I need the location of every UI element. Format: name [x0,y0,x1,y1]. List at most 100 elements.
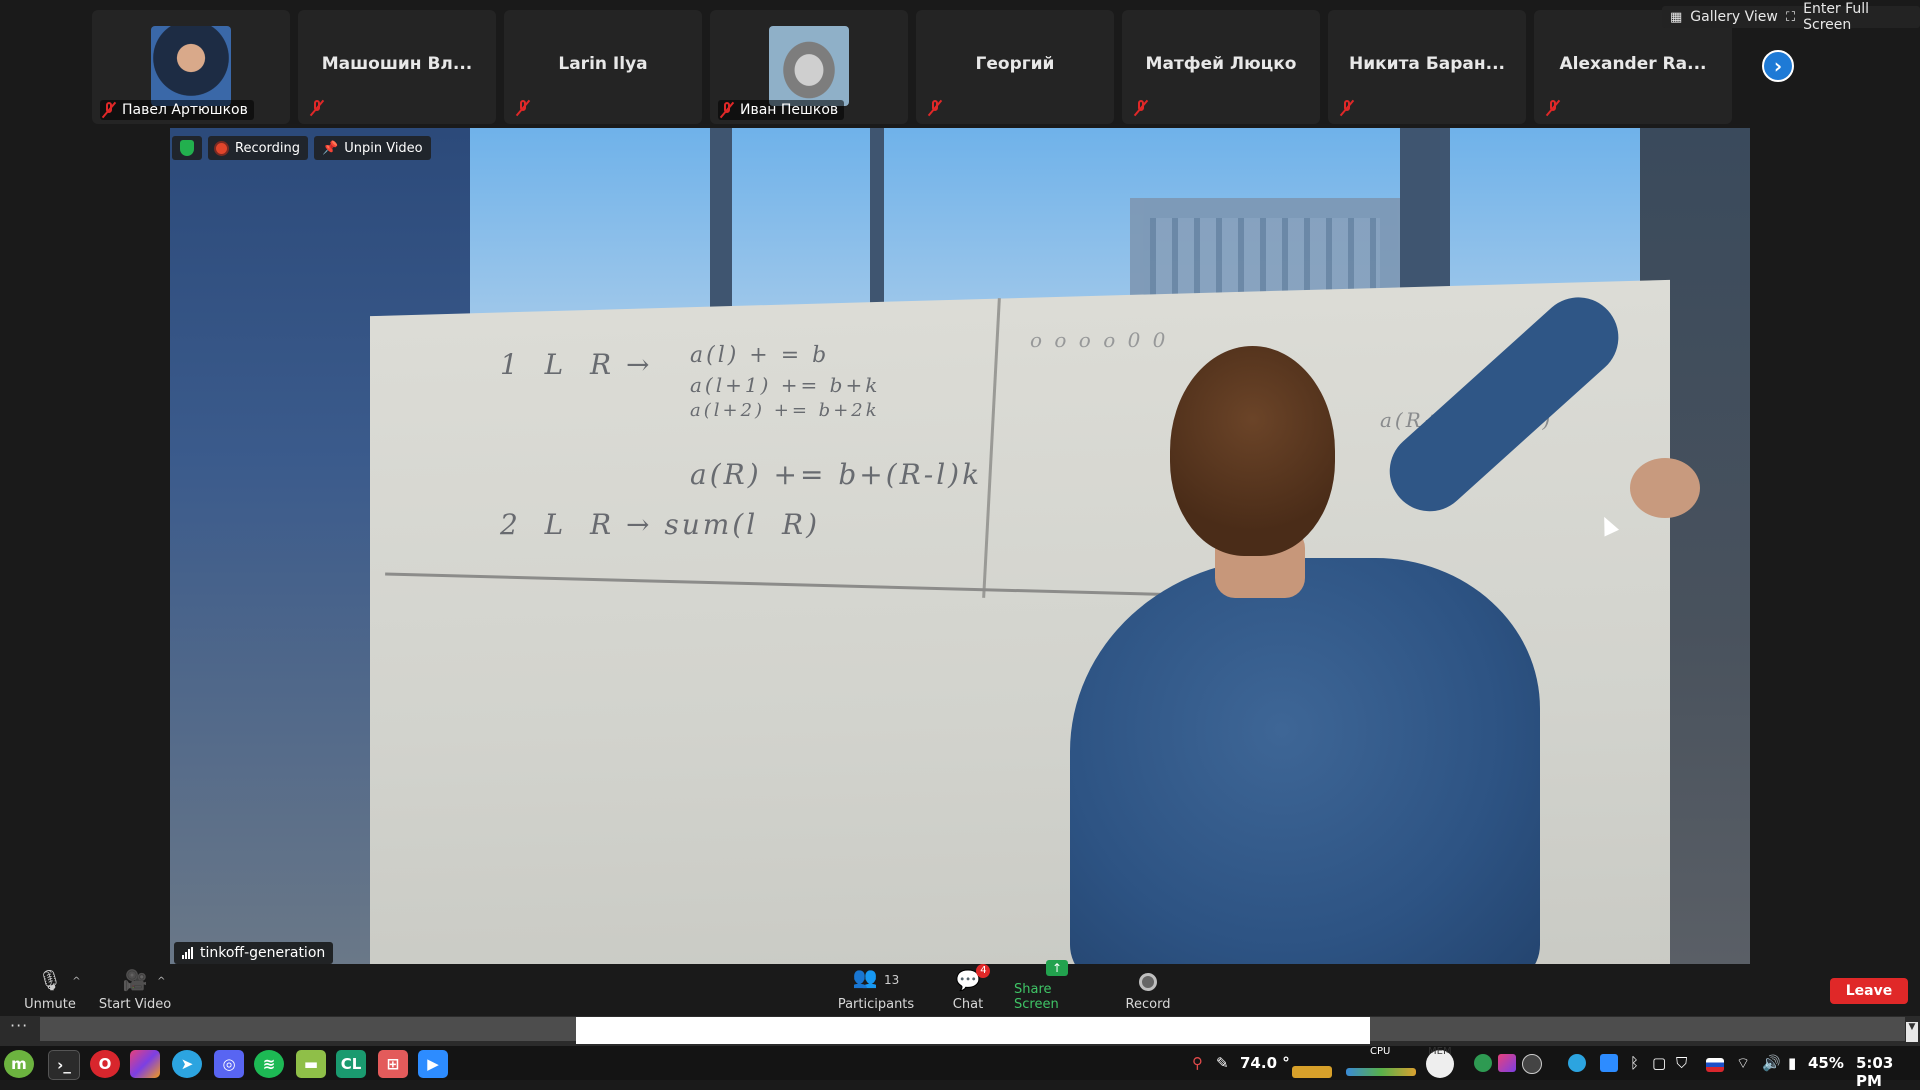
leave-button[interactable]: Leave [1830,978,1908,1004]
chat-icon: 💬 4 [956,964,991,991]
spotify-icon[interactable]: ≋ [254,1050,284,1078]
blank-window[interactable] [576,1017,1370,1044]
enter-full-screen-button[interactable]: ⛶ Enter Full Screen [1778,1,1920,33]
start-video-button[interactable]: 🎥 ^ Start Video [96,966,174,1016]
participant-name: Larin Ilya [558,54,648,74]
encryption-badge[interactable] [172,136,202,160]
battery-icon[interactable]: ▮ [1788,1054,1796,1072]
discord-icon[interactable]: ◎ [214,1050,244,1078]
telegram-icon[interactable]: ➤ [172,1050,202,1078]
video-off-icon: 🎥 ^ [122,968,166,992]
participant-name: Павел Артюшков [122,102,248,118]
person-hand [1630,458,1700,518]
participant-tile[interactable]: Машошин Вл... [298,10,496,124]
battery-percent: 45% [1808,1054,1844,1072]
share-screen-button[interactable]: ↑ Share Screen [1014,960,1100,1016]
mic-muted-icon [1134,99,1148,117]
ide-icon[interactable] [130,1050,160,1078]
participant-tile[interactable]: Иван Пешков [710,10,908,124]
ide-tray-icon[interactable] [1498,1054,1516,1072]
pin-icon: 📌 [322,140,339,156]
signal-bars-icon [182,947,194,959]
record-icon [1139,973,1157,991]
participant-tile[interactable]: Матфей Люцко [1122,10,1320,124]
unmute-label: Unmute [24,997,76,1012]
zoom-tray-icon[interactable] [1600,1054,1618,1072]
gallery-view-label: Gallery View [1690,9,1778,25]
scroll-down-icon[interactable]: ▼ [1906,1022,1918,1042]
person-body [1070,558,1540,964]
participant-tile[interactable]: Никита Баран... [1328,10,1526,124]
location-icon[interactable]: ⚲ [1192,1054,1203,1072]
steam-icon[interactable] [1522,1054,1542,1074]
shield-icon [180,140,194,156]
chevron-up-icon[interactable]: ^ [72,971,80,993]
shield-tray-icon[interactable]: ⛉ [1676,1054,1687,1072]
whiteboard-writing: a(R) += b+(R-l)k [690,458,983,491]
participants-icon: 👥 13 [852,965,900,989]
whiteboard-writing: o o o o 0 0 [1030,328,1169,352]
whiteboard-writing: 1 L R → [500,348,653,381]
whiteboard-writing: 2 L R → sum(l R) [500,508,820,541]
video-badges: Recording 📌 Unpin Video [172,136,437,160]
zoom-icon[interactable]: ▶ [418,1050,448,1078]
chat-label: Chat [952,997,984,1012]
participants-count: 13 [883,973,900,987]
temperature-readout: 74.0 ° [1240,1054,1290,1072]
bluetooth-icon[interactable]: ᛒ [1630,1054,1639,1072]
opera-icon[interactable]: O [90,1050,120,1078]
participant-name: Иван Пешков [740,102,839,118]
participant-label: Павел Артюшков [100,100,254,120]
mic-muted-icon [928,99,942,117]
clock[interactable]: 5:03 PM [1856,1054,1920,1090]
vpn-icon[interactable] [1474,1054,1492,1072]
whiteboard-writing: a(l) + = b [690,343,830,368]
mic-muted-icon [516,99,530,117]
participant-tile[interactable]: Павел Артюшков [92,10,290,124]
full-screen-label: Enter Full Screen [1803,1,1870,33]
next-page-arrow-icon[interactable]: › [1762,50,1794,82]
more-icon[interactable]: ··· [10,1016,28,1035]
wifi-icon[interactable]: ⌔ [1736,1054,1750,1073]
speaker-name: tinkoff-generation [200,945,326,961]
chevron-up-icon[interactable]: ^ [157,971,165,993]
participants-label: Participants [837,997,915,1012]
participant-avatar [769,26,849,106]
participant-tile[interactable]: Larin Ilya [504,10,702,124]
telegram-tray-icon[interactable] [1568,1054,1586,1072]
unmute-button[interactable]: 🎙 ^ Unmute [22,966,81,1016]
grid-icon: ▦ [1670,9,1683,25]
cpu-graph [1346,1068,1416,1076]
clion-icon[interactable]: CL [336,1050,366,1078]
chat-button[interactable]: 💬 4 Chat [950,964,991,1016]
participant-name: Alexander Ra... [1559,54,1707,74]
keyboard-layout-flag-icon[interactable] [1706,1058,1724,1072]
terminal-icon[interactable]: ›_ [48,1050,80,1080]
fullscreen-icon: ⛶ [1786,9,1796,25]
unpin-label: Unpin Video [344,140,423,156]
record-button[interactable]: Record [1124,966,1172,1016]
files-icon[interactable]: ▬ [296,1050,326,1078]
volume-icon[interactable]: 🔊 [1762,1054,1781,1072]
person-head [1170,346,1335,556]
menu-icon[interactable]: m [4,1050,34,1078]
participants-button[interactable]: 👥 13 Participants [836,966,916,1016]
gallery-view-button[interactable]: ▦ Gallery View [1662,6,1786,28]
main-video[interactable]: 1 L R → a(l) + = b a(l+1) += b+k a(l+2) … [170,128,1750,964]
mic-muted-icon [720,101,734,119]
mic-muted-icon [310,99,324,117]
pen-icon[interactable]: ✎ [1216,1054,1229,1072]
record-dot-icon [216,142,227,154]
participant-name: Никита Баран... [1348,54,1506,74]
start-video-label: Start Video [98,997,172,1012]
share-screen-icon: ↑ [1046,960,1068,976]
speaker-name-tag: tinkoff-generation [174,942,334,964]
temperature-graph [1292,1066,1332,1078]
share-screen-label: Share Screen [1014,982,1059,1012]
participant-tile[interactable]: Георгий [916,10,1114,124]
clipboard-icon[interactable]: ▢ [1652,1054,1666,1072]
unpin-video-button[interactable]: 📌 Unpin Video [314,136,431,160]
app-icon[interactable]: ⊞ [378,1050,408,1078]
recording-label: Recording [235,140,301,156]
recording-indicator[interactable]: Recording [208,136,309,160]
